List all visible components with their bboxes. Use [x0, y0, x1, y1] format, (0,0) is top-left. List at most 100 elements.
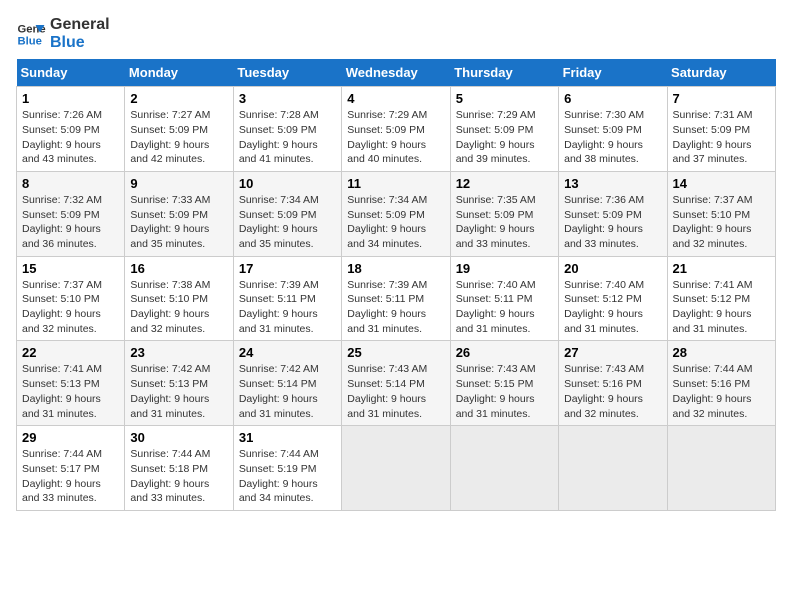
day-info: Sunrise: 7:44 AMSunset: 5:17 PMDaylight:… — [22, 447, 119, 506]
calendar-week-row: 29Sunrise: 7:44 AMSunset: 5:17 PMDayligh… — [17, 426, 776, 511]
calendar-table: SundayMondayTuesdayWednesdayThursdayFrid… — [16, 59, 776, 511]
day-number: 18 — [347, 261, 444, 276]
day-cell-20: 20 Sunrise: 7:40 AMSunset: 5:12 PMDayligh… — [559, 256, 667, 341]
day-number: 17 — [239, 261, 336, 276]
day-cell-29: 29Sunrise: 7:44 AMSunset: 5:17 PMDayligh… — [17, 426, 125, 511]
day-number: 12 — [456, 176, 553, 191]
day-number: 3 — [239, 91, 336, 106]
day-info: Sunrise: 7:31 AMSunset: 5:09 PMDaylight:… — [673, 108, 770, 167]
day-cell-22: 22 Sunrise: 7:41 AMSunset: 5:13 PMDayligh… — [17, 341, 125, 426]
empty-day-cell — [559, 426, 667, 511]
day-number: 25 — [347, 345, 444, 360]
logo-line1: General — [50, 16, 110, 34]
empty-day-cell — [667, 426, 775, 511]
day-number: 23 — [130, 345, 227, 360]
day-cell-18: 18 Sunrise: 7:39 AMSunset: 5:11 PMDayligh… — [342, 256, 450, 341]
calendar-week-row: 22 Sunrise: 7:41 AMSunset: 5:13 PMDayligh… — [17, 341, 776, 426]
day-number: 10 — [239, 176, 336, 191]
day-info: Sunrise: 7:33 AMSunset: 5:09 PMDaylight:… — [130, 193, 227, 252]
day-cell-12: 12Sunrise: 7:35 AMSunset: 5:09 PMDayligh… — [450, 171, 558, 256]
header: General Blue General Blue — [16, 16, 776, 51]
weekday-header-tuesday: Tuesday — [233, 59, 341, 87]
day-cell-14: 14Sunrise: 7:37 AMSunset: 5:10 PMDayligh… — [667, 171, 775, 256]
day-info: Sunrise: 7:29 AMSunset: 5:09 PMDaylight:… — [456, 108, 553, 167]
day-info: Sunrise: 7:41 AMSunset: 5:12 PMDaylight:… — [673, 278, 770, 337]
day-cell-7: 7 Sunrise: 7:31 AMSunset: 5:09 PMDaylight… — [667, 87, 775, 172]
day-number: 24 — [239, 345, 336, 360]
day-number: 6 — [564, 91, 661, 106]
day-info: Sunrise: 7:37 AMSunset: 5:10 PMDaylight:… — [22, 278, 119, 337]
day-number: 7 — [673, 91, 770, 106]
day-number: 2 — [130, 91, 227, 106]
day-number: 19 — [456, 261, 553, 276]
day-info: Sunrise: 7:43 AMSunset: 5:15 PMDaylight:… — [456, 362, 553, 421]
day-cell-10: 10 Sunrise: 7:34 AMSunset: 5:09 PMDayligh… — [233, 171, 341, 256]
day-info: Sunrise: 7:40 AMSunset: 5:12 PMDaylight:… — [564, 278, 661, 337]
day-cell-17: 17 Sunrise: 7:39 AMSunset: 5:11 PMDayligh… — [233, 256, 341, 341]
day-info: Sunrise: 7:26 AMSunset: 5:09 PMDaylight:… — [22, 108, 119, 167]
day-cell-28: 28Sunrise: 7:44 AMSunset: 5:16 PMDayligh… — [667, 341, 775, 426]
day-info: Sunrise: 7:32 AMSunset: 5:09 PMDaylight:… — [22, 193, 119, 252]
day-number: 1 — [22, 91, 119, 106]
day-cell-6: 6Sunrise: 7:30 AMSunset: 5:09 PMDaylight… — [559, 87, 667, 172]
day-number: 21 — [673, 261, 770, 276]
weekday-header-sunday: Sunday — [17, 59, 125, 87]
day-number: 22 — [22, 345, 119, 360]
day-cell-31: 31Sunrise: 7:44 AMSunset: 5:19 PMDayligh… — [233, 426, 341, 511]
day-number: 27 — [564, 345, 661, 360]
day-cell-24: 24Sunrise: 7:42 AMSunset: 5:14 PMDayligh… — [233, 341, 341, 426]
day-info: Sunrise: 7:44 AMSunset: 5:19 PMDaylight:… — [239, 447, 336, 506]
weekday-header-wednesday: Wednesday — [342, 59, 450, 87]
day-info: Sunrise: 7:29 AMSunset: 5:09 PMDaylight:… — [347, 108, 444, 167]
weekday-header-row: SundayMondayTuesdayWednesdayThursdayFrid… — [17, 59, 776, 87]
calendar-week-row: 8 Sunrise: 7:32 AMSunset: 5:09 PMDaylight… — [17, 171, 776, 256]
day-cell-2: 2 Sunrise: 7:27 AMSunset: 5:09 PMDaylight… — [125, 87, 233, 172]
day-number: 8 — [22, 176, 119, 191]
day-cell-19: 19 Sunrise: 7:40 AMSunset: 5:11 PMDayligh… — [450, 256, 558, 341]
day-info: Sunrise: 7:37 AMSunset: 5:10 PMDaylight:… — [673, 193, 770, 252]
day-info: Sunrise: 7:36 AMSunset: 5:09 PMDaylight:… — [564, 193, 661, 252]
calendar-week-row: 15 Sunrise: 7:37 AMSunset: 5:10 PMDayligh… — [17, 256, 776, 341]
day-info: Sunrise: 7:40 AMSunset: 5:11 PMDaylight:… — [456, 278, 553, 337]
svg-text:Blue: Blue — [18, 35, 42, 47]
day-cell-16: 16 Sunrise: 7:38 AMSunset: 5:10 PMDayligh… — [125, 256, 233, 341]
day-number: 15 — [22, 261, 119, 276]
day-number: 11 — [347, 176, 444, 191]
day-cell-21: 21 Sunrise: 7:41 AMSunset: 5:12 PMDayligh… — [667, 256, 775, 341]
weekday-header-monday: Monday — [125, 59, 233, 87]
day-info: Sunrise: 7:34 AMSunset: 5:09 PMDaylight:… — [239, 193, 336, 252]
weekday-header-friday: Friday — [559, 59, 667, 87]
day-number: 9 — [130, 176, 227, 191]
day-number: 4 — [347, 91, 444, 106]
day-info: Sunrise: 7:43 AMSunset: 5:14 PMDaylight:… — [347, 362, 444, 421]
day-cell-9: 9 Sunrise: 7:33 AMSunset: 5:09 PMDaylight… — [125, 171, 233, 256]
day-cell-13: 13 Sunrise: 7:36 AMSunset: 5:09 PMDayligh… — [559, 171, 667, 256]
day-info: Sunrise: 7:38 AMSunset: 5:10 PMDaylight:… — [130, 278, 227, 337]
day-cell-15: 15 Sunrise: 7:37 AMSunset: 5:10 PMDayligh… — [17, 256, 125, 341]
logo-line2: Blue — [50, 34, 110, 52]
day-number: 30 — [130, 430, 227, 445]
empty-day-cell — [342, 426, 450, 511]
day-info: Sunrise: 7:34 AMSunset: 5:09 PMDaylight:… — [347, 193, 444, 252]
day-info: Sunrise: 7:27 AMSunset: 5:09 PMDaylight:… — [130, 108, 227, 167]
day-number: 20 — [564, 261, 661, 276]
day-cell-26: 26 Sunrise: 7:43 AMSunset: 5:15 PMDayligh… — [450, 341, 558, 426]
logo-icon: General Blue — [16, 19, 46, 49]
logo: General Blue General Blue — [16, 16, 110, 51]
day-cell-11: 11 Sunrise: 7:34 AMSunset: 5:09 PMDayligh… — [342, 171, 450, 256]
day-number: 26 — [456, 345, 553, 360]
day-number: 13 — [564, 176, 661, 191]
day-info: Sunrise: 7:42 AMSunset: 5:13 PMDaylight:… — [130, 362, 227, 421]
day-number: 16 — [130, 261, 227, 276]
day-cell-27: 27 Sunrise: 7:43 AMSunset: 5:16 PMDayligh… — [559, 341, 667, 426]
day-info: Sunrise: 7:39 AMSunset: 5:11 PMDaylight:… — [239, 278, 336, 337]
day-info: Sunrise: 7:43 AMSunset: 5:16 PMDaylight:… — [564, 362, 661, 421]
day-info: Sunrise: 7:28 AMSunset: 5:09 PMDaylight:… — [239, 108, 336, 167]
day-cell-1: 1 Sunrise: 7:26 AMSunset: 5:09 PMDaylight… — [17, 87, 125, 172]
day-cell-5: 5Sunrise: 7:29 AMSunset: 5:09 PMDaylight… — [450, 87, 558, 172]
day-cell-23: 23 Sunrise: 7:42 AMSunset: 5:13 PMDayligh… — [125, 341, 233, 426]
day-info: Sunrise: 7:39 AMSunset: 5:11 PMDaylight:… — [347, 278, 444, 337]
day-number: 28 — [673, 345, 770, 360]
day-info: Sunrise: 7:41 AMSunset: 5:13 PMDaylight:… — [22, 362, 119, 421]
calendar-week-row: 1 Sunrise: 7:26 AMSunset: 5:09 PMDaylight… — [17, 87, 776, 172]
